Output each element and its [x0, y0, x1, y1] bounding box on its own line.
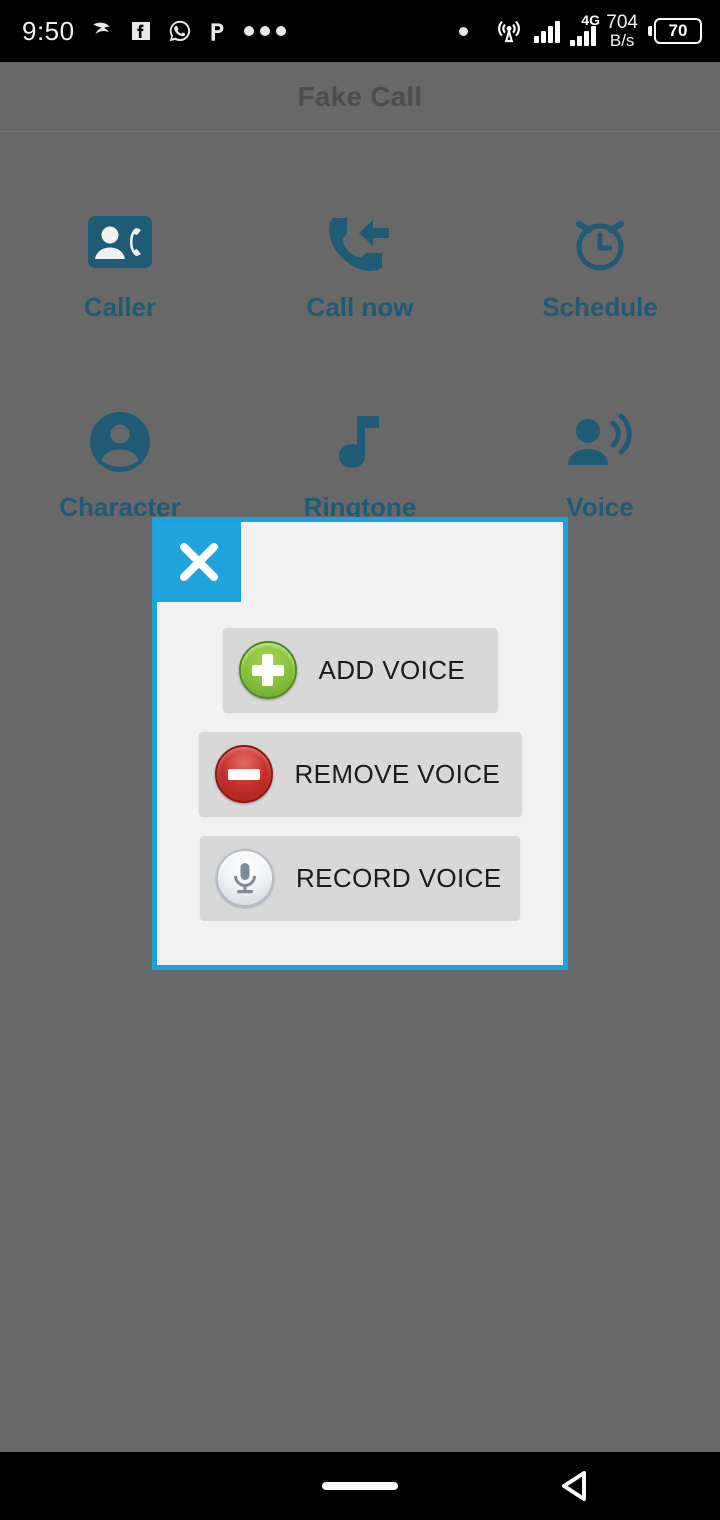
status-time: 9:50 [22, 15, 75, 46]
dialog-options-list: ADD VOICE REMOVE VOICE RECORD VOICE [157, 602, 563, 920]
feature-grid-row-1: Caller Call now Schedule [0, 164, 720, 364]
add-voice-label: ADD VOICE [318, 654, 466, 685]
system-nav-bar [0, 1452, 720, 1520]
battery-nub-icon [648, 26, 652, 36]
hotspot-icon [494, 16, 524, 46]
remove-voice-button[interactable]: REMOVE VOICE [198, 732, 522, 816]
page-title: Fake Call [297, 80, 423, 112]
plus-glyph [241, 643, 295, 697]
net-speed-value: 704 [606, 12, 638, 33]
voice-options-dialog: ADD VOICE REMOVE VOICE RECORD VOICE [152, 517, 568, 970]
net-speed-indicator: 704 B/s [606, 13, 638, 49]
grid-item-caller[interactable]: Caller [0, 164, 240, 364]
signal-bars-icon [534, 19, 561, 43]
record-voice-label: RECORD VOICE [296, 862, 502, 893]
whatsapp-icon [167, 18, 193, 44]
incoming-call-icon [324, 206, 396, 278]
status-bar-left: 9:50 [0, 16, 287, 47]
account-circle-icon [84, 406, 156, 478]
more-overflow-icon [243, 25, 287, 37]
record-voice-button[interactable]: RECORD VOICE [200, 836, 520, 920]
minus-glyph [217, 747, 271, 801]
status-bar: 9:50 4G 704 B/s 70 [0, 0, 720, 62]
grid-item-label: Caller [83, 291, 157, 322]
alarm-clock-icon [564, 206, 636, 278]
feature-grid: Caller Call now Schedule Character Ringt… [0, 132, 720, 564]
grid-item-label: Call now [306, 291, 414, 322]
status-bar-right: 4G 704 B/s 70 [459, 12, 720, 49]
notification-dot [459, 26, 469, 36]
app-bar: Fake Call [0, 62, 720, 132]
red-minus-circle-icon [214, 745, 273, 803]
brand-bird-icon [89, 18, 115, 44]
net-speed-unit: B/s [609, 31, 635, 50]
facebook-icon [129, 19, 153, 43]
grid-item-schedule[interactable]: Schedule [480, 164, 720, 364]
battery-indicator: 70 [648, 18, 702, 44]
remove-voice-label: REMOVE VOICE [294, 758, 501, 789]
grid-item-label: Voice [566, 491, 634, 522]
contact-card-phone-icon [84, 206, 156, 278]
music-note-icon [324, 406, 396, 478]
p-app-icon [207, 18, 229, 44]
microphone-glyph [218, 851, 272, 905]
close-icon[interactable] [157, 522, 241, 602]
grid-item-label: Schedule [542, 291, 658, 322]
network-type-indicator: 4G [570, 12, 600, 46]
network-type-label: 4G [581, 12, 600, 28]
person-voice-icon [564, 406, 636, 478]
microphone-circle-icon [216, 849, 274, 907]
home-pill-button[interactable] [322, 1482, 398, 1490]
green-plus-circle-icon [238, 641, 297, 699]
back-triangle-button[interactable] [556, 1467, 592, 1505]
add-voice-button[interactable]: ADD VOICE [222, 628, 498, 712]
grid-item-call-now[interactable]: Call now [240, 164, 480, 364]
battery-level: 70 [654, 18, 702, 44]
